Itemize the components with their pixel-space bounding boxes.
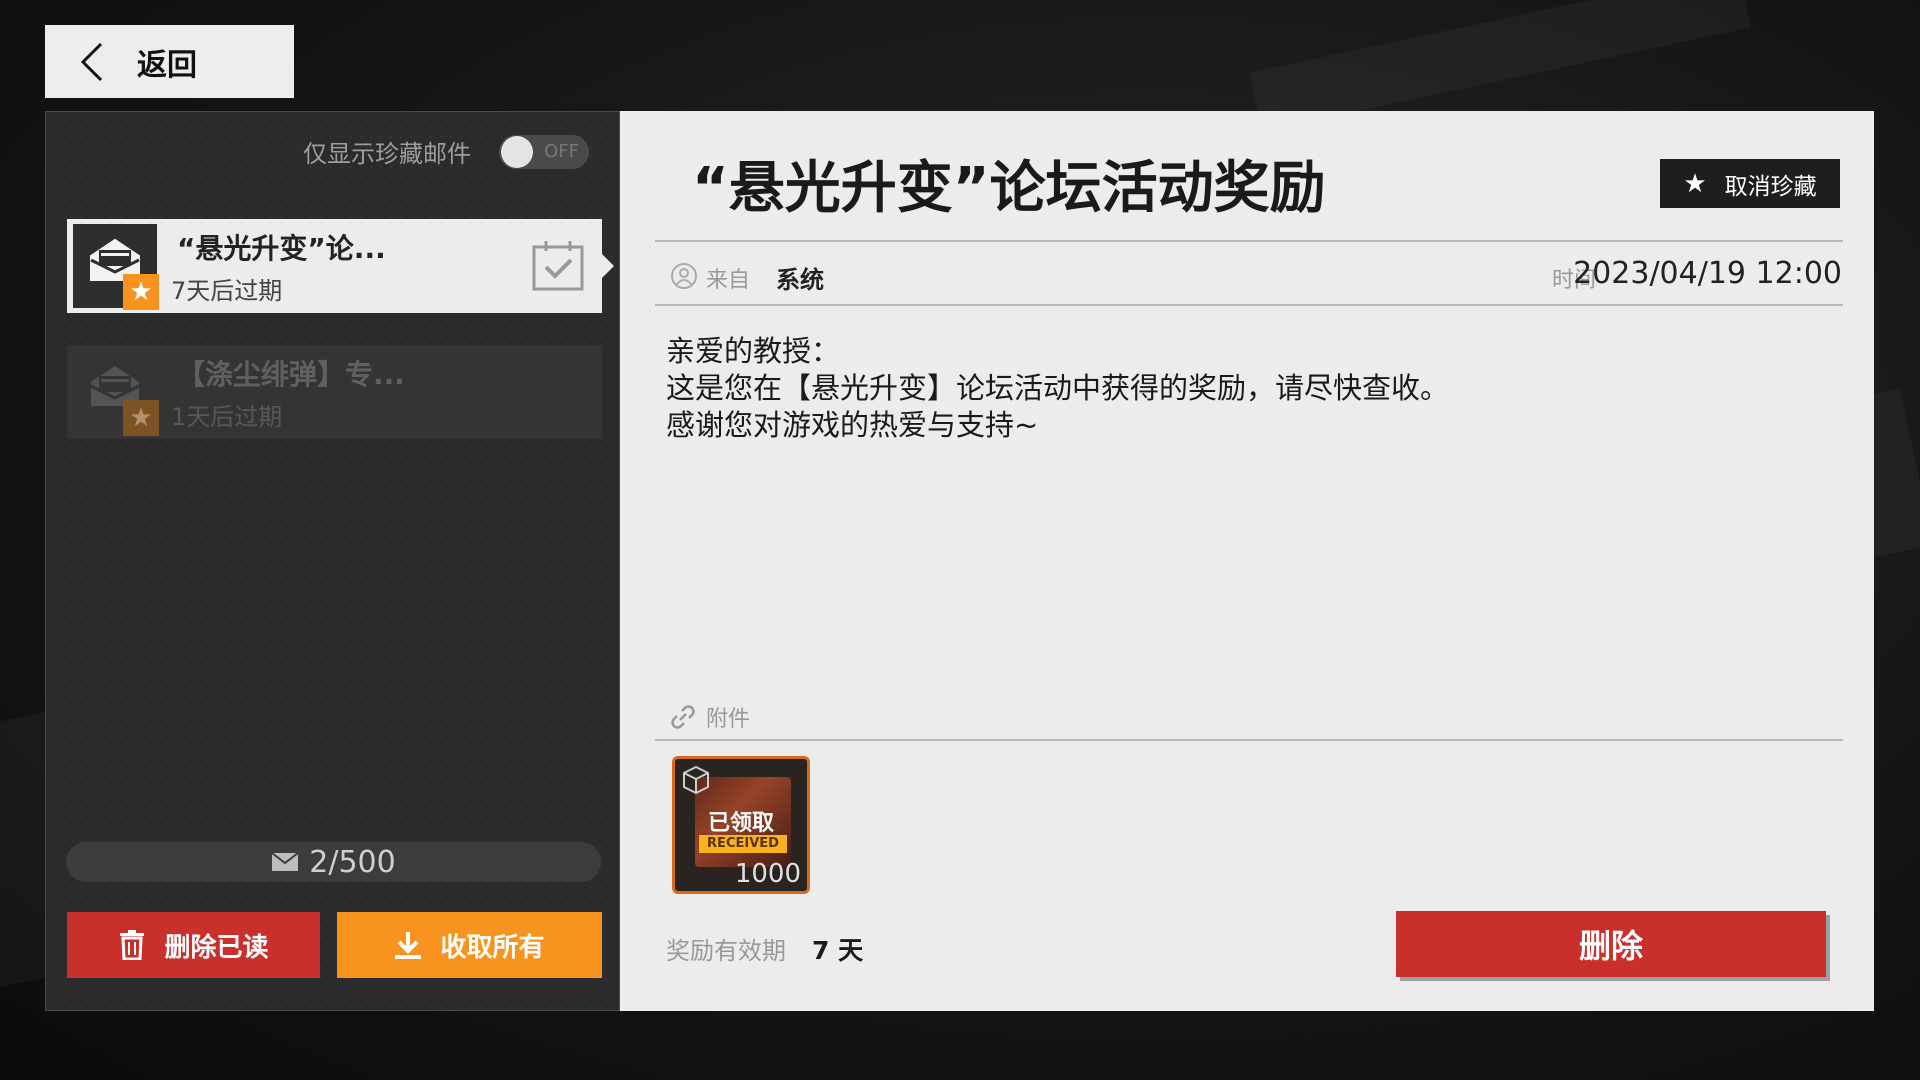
attachment-header: 附件 [670, 701, 750, 733]
favorite-filter: 仅显示珍藏邮件 OFF [303, 134, 589, 169]
divider [655, 304, 1843, 306]
validity-value: 7 天 [812, 936, 864, 965]
mail-item-expiry: 1天后过期 [171, 403, 283, 431]
mail-item-expiry: 7天后过期 [171, 277, 283, 305]
mail-list-panel: 仅显示珍藏邮件 OFF ★ “悬光升变”论... 7天后过期 ★ 【涤尘绯弹】专… [45, 111, 620, 1011]
back-label: 返回 [137, 47, 197, 83]
reward-item[interactable]: 已领取 RECEIVED 1000 [672, 756, 810, 894]
link-icon [671, 705, 695, 729]
mail-body-line: 亲爱的教授： [666, 334, 841, 368]
mail-body-line: 感谢您对游戏的热爱与支持~ [666, 408, 1039, 442]
back-button[interactable]: 返回 [45, 25, 294, 98]
mail-thumb: ★ [73, 224, 159, 310]
unfavorite-button[interactable]: ★ 取消珍藏 [1660, 159, 1840, 208]
divider [655, 240, 1843, 242]
selection-pointer [602, 254, 614, 278]
favorite-star-icon: ★ [123, 400, 159, 436]
mail-count: 2/500 [309, 844, 396, 880]
package-icon [683, 765, 709, 795]
delete-read-label: 删除已读 [164, 932, 269, 963]
time-value: 2023/04/19 12:00 [1573, 256, 1842, 291]
attachment-label: 附件 [706, 707, 751, 732]
received-status: 已领取 [707, 811, 774, 836]
mail-body-line: 这是您在【悬光升变】论坛活动中获得的奖励，请尽快查收。 [666, 371, 1450, 405]
reward-quantity: 1000 [734, 859, 801, 889]
mail-item-title: 【涤尘绯弹】专... [177, 358, 405, 391]
mail-list-item[interactable]: ★ “悬光升变”论... 7天后过期 [67, 219, 614, 313]
toggle-knob [501, 135, 533, 168]
favorite-filter-label: 仅显示珍藏邮件 [303, 140, 471, 168]
received-tag: RECEIVED [699, 835, 787, 853]
sender-value: 系统 [776, 266, 824, 294]
trash-icon [120, 930, 145, 960]
divider [655, 739, 1843, 741]
reward-validity: 奖励有效期 7 天 [666, 931, 863, 967]
claim-all-label: 收取所有 [440, 932, 545, 963]
mail-body: 亲爱的教授： 这是您在【悬光升变】论坛活动中获得的奖励，请尽快查收。 感谢您对游… [666, 333, 1449, 444]
mail-title: “悬光升变”论坛活动奖励 [692, 156, 1326, 221]
chevron-left-icon [80, 42, 103, 81]
mail-item-title: “悬光升变”论... [177, 232, 386, 265]
mail-meta: 来自 系统 时间 2023/04/19 12:00 [670, 256, 1842, 296]
mail-counter: 2/500 [66, 842, 601, 882]
download-icon [395, 932, 422, 959]
user-icon [671, 263, 697, 289]
star-icon: ★ [1683, 168, 1707, 199]
mail-list-item[interactable]: ★ 【涤尘绯弹】专... 1天后过期 [67, 345, 602, 439]
sender-label: 来自 [706, 268, 751, 293]
claim-all-button[interactable]: 收取所有 [337, 912, 602, 978]
delete-read-button[interactable]: 删除已读 [67, 912, 320, 978]
unfavorite-label: 取消珍藏 [1724, 173, 1817, 200]
favorite-star-icon: ★ [123, 274, 159, 310]
claimed-check-icon [532, 241, 584, 291]
mail-detail-panel: “悬光升变”论坛活动奖励 ★ 取消珍藏 来自 系统 时间 2023/04/19 … [620, 111, 1874, 1011]
toggle-state-label: OFF [544, 140, 579, 162]
mail-icon [271, 852, 299, 871]
mail-thumb: ★ [73, 350, 159, 436]
validity-label: 奖励有效期 [666, 937, 786, 965]
delete-button[interactable]: 删除 [1396, 911, 1826, 977]
favorite-filter-toggle[interactable]: OFF [499, 134, 589, 169]
